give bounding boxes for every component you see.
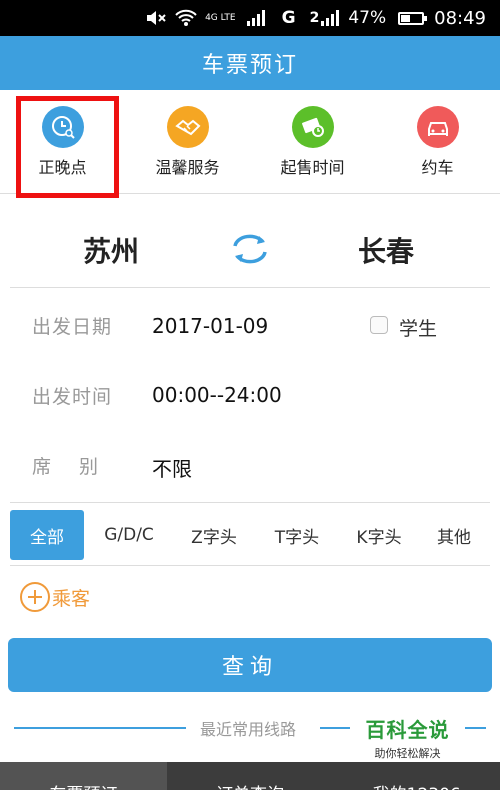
quick-nav-label: 约车 xyxy=(421,157,454,177)
signal-2-icon xyxy=(320,10,340,26)
bottom-tab-bar: 车票预订 订单查询 我的12306 xyxy=(0,762,500,790)
network-type: 4G LTE xyxy=(205,12,236,23)
page-title: 车票预订 xyxy=(0,36,500,90)
add-passenger-label[interactable]: 乘客 xyxy=(52,584,90,611)
query-button[interactable]: 查询 xyxy=(8,638,492,692)
quick-nav-sale-time[interactable]: 起售时间 xyxy=(250,90,375,193)
recent-routes-label: 最近常用线路 xyxy=(200,720,297,739)
from-station[interactable]: 苏州 xyxy=(83,230,139,270)
add-passenger-icon[interactable] xyxy=(20,582,50,612)
divider xyxy=(10,287,490,288)
battery-percent: 47% xyxy=(348,8,387,28)
ticket-clock-icon xyxy=(291,105,334,148)
divider xyxy=(10,502,490,503)
quick-nav-service[interactable]: 温馨服务 xyxy=(125,90,250,193)
watermark-logo: 百科全说 助你轻松解决 xyxy=(350,712,465,762)
mute-icon xyxy=(145,9,167,27)
student-label: 学生 xyxy=(399,318,438,340)
carrier-g-label: G xyxy=(281,8,296,28)
seat-label: 席 别 xyxy=(32,456,100,478)
watermark-sub: 助你轻松解决 xyxy=(374,746,441,760)
wifi-icon xyxy=(175,9,197,27)
tab-my-12306[interactable]: 我的12306 xyxy=(333,762,500,790)
app-screen: 4G LTE G 2 47% 08:49 车票预订 正晚点 温馨服务 起售时间 … xyxy=(0,0,500,790)
date-value[interactable]: 2017-01-09 xyxy=(152,314,268,338)
tab-z[interactable]: Z字头 xyxy=(174,510,254,560)
quick-nav-label: 起售时间 xyxy=(280,157,345,177)
time-value[interactable]: 00:00--24:00 xyxy=(152,383,282,407)
tab-ticket-booking[interactable]: 车票预订 xyxy=(0,762,167,790)
handshake-icon xyxy=(166,105,209,148)
student-checkbox[interactable] xyxy=(370,316,388,334)
quick-nav-car[interactable]: 约车 xyxy=(375,90,500,193)
clock: 08:49 xyxy=(434,7,486,29)
tab-gdc[interactable]: G/D/C xyxy=(84,510,174,560)
watermark-main: 百科全说 xyxy=(365,717,450,742)
to-station[interactable]: 长春 xyxy=(358,230,414,270)
tab-all[interactable]: 全部 xyxy=(10,510,84,560)
status-bar: 4G LTE G 2 47% 08:49 xyxy=(0,0,500,36)
signal-icon xyxy=(246,10,268,26)
tab-other[interactable]: 其他 xyxy=(418,510,490,560)
recent-divider-left xyxy=(14,727,186,729)
tab-k[interactable]: K字头 xyxy=(340,510,418,560)
quick-nav-label: 温馨服务 xyxy=(155,157,220,177)
station-selector: 苏州 长春 xyxy=(0,200,500,288)
car-icon xyxy=(416,105,459,148)
carrier-2-label: 2 xyxy=(309,10,320,26)
divider xyxy=(10,565,490,566)
swap-stations-icon[interactable] xyxy=(229,232,271,270)
time-label: 出发时间 xyxy=(32,386,113,408)
tab-order-query[interactable]: 订单查询 xyxy=(166,762,334,790)
date-label: 出发日期 xyxy=(32,316,113,338)
battery-icon xyxy=(394,11,428,25)
train-type-tabs: 全部 G/D/C Z字头 T字头 K字头 其他 xyxy=(10,510,490,560)
highlight-box xyxy=(16,96,119,198)
seat-value[interactable]: 不限 xyxy=(152,453,192,482)
tab-t[interactable]: T字头 xyxy=(254,510,340,560)
